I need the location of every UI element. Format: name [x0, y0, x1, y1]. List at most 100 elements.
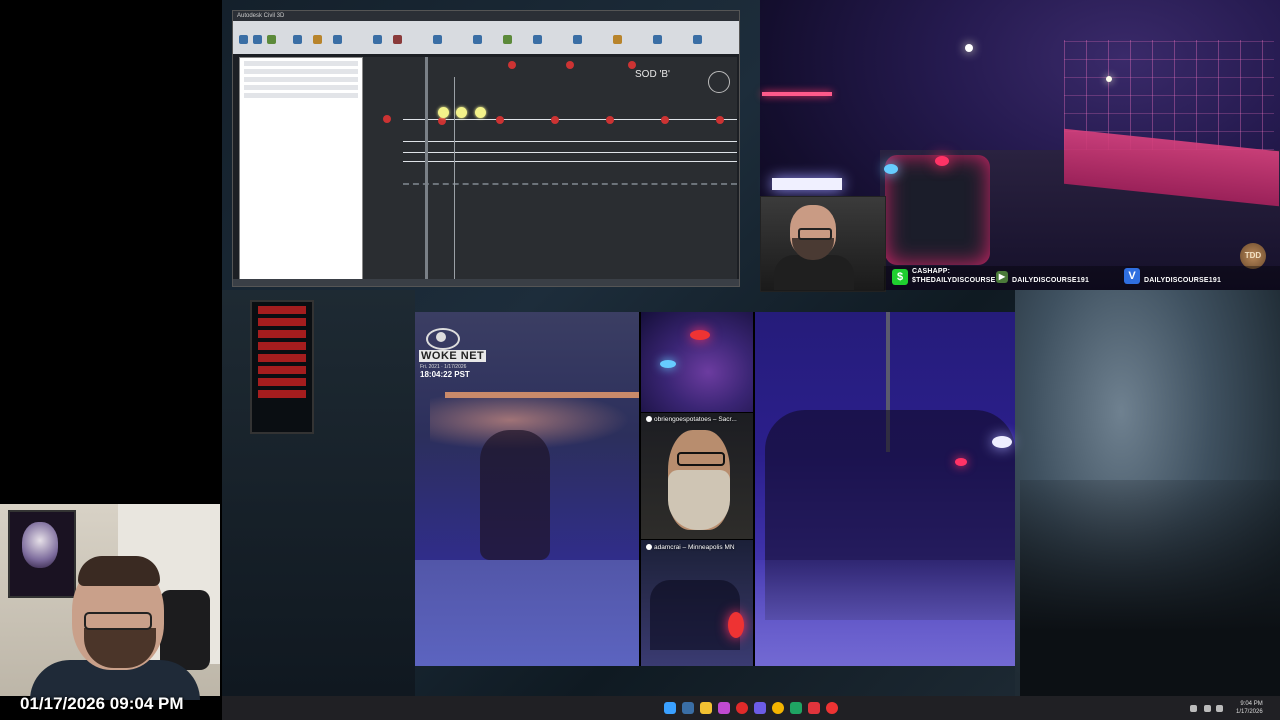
volume-icon[interactable]	[1216, 705, 1223, 712]
light-streak	[772, 178, 842, 190]
windows-taskbar	[222, 696, 1280, 720]
cashapp-label: CASHAPP:	[912, 268, 951, 275]
cad-ribbon-toolbar[interactable]	[233, 21, 739, 54]
video-figure	[480, 430, 550, 560]
tiktok-video-top	[641, 312, 753, 412]
video-ground	[415, 560, 639, 666]
light-streak	[762, 92, 832, 96]
panel-row[interactable]	[244, 93, 358, 98]
rumble-handle: DAILYDISCOURSE191	[1012, 277, 1090, 284]
ribbon-tool-icon[interactable]	[693, 35, 702, 44]
ribbon-tool-icon[interactable]	[313, 35, 322, 44]
selfie-glasses	[677, 452, 725, 466]
police-light-red	[955, 458, 967, 466]
ribbon-tool-icon[interactable]	[333, 35, 342, 44]
taskbar-app-icon[interactable]	[754, 702, 766, 714]
drawing-node[interactable]	[508, 61, 516, 69]
wallpaper-vending-machine	[250, 300, 314, 434]
woke-net-time: 18:04:22 PST	[420, 370, 470, 379]
police-light-red	[728, 612, 744, 638]
ribbon-tool-icon[interactable]	[253, 35, 262, 44]
ribbon-tool-icon[interactable]	[293, 35, 302, 44]
cad-window[interactable]: Autodesk Civil 3D SOD 'B'	[232, 10, 740, 287]
ribbon-tool-icon[interactable]	[267, 35, 276, 44]
drawing-node[interactable]	[661, 116, 669, 124]
ribbon-tool-icon[interactable]	[503, 35, 512, 44]
drawing-vertical-line	[454, 77, 455, 279]
video-snow	[755, 560, 1015, 666]
opera-icon[interactable]	[736, 702, 748, 714]
ribbon-tool-icon[interactable]	[573, 35, 582, 44]
streamer-hair	[78, 556, 160, 586]
obs-icon[interactable]	[826, 702, 838, 714]
drawing-node[interactable]	[551, 116, 559, 124]
chrome-icon[interactable]	[772, 702, 784, 714]
tiktok-icon	[646, 416, 652, 423]
drawing-node[interactable]	[383, 115, 391, 123]
police-light-red	[690, 330, 710, 340]
sod-label: SOD 'B'	[635, 69, 670, 80]
ribbon-tool-icon[interactable]	[393, 35, 402, 44]
video-crowd	[650, 580, 740, 650]
ribbon-tool-icon[interactable]	[239, 35, 248, 44]
street-light	[1106, 76, 1112, 82]
tray-date: 1/17/2026	[1236, 709, 1263, 715]
start-button-icon[interactable]	[664, 702, 676, 714]
selected-grip[interactable]	[456, 107, 467, 118]
police-light-red	[935, 156, 949, 166]
cashapp-handle: $THEDAILYDISCOURSE	[912, 277, 996, 284]
drawing-node[interactable]	[566, 61, 574, 69]
selected-grip[interactable]	[475, 107, 486, 118]
ribbon-tool-icon[interactable]	[433, 35, 442, 44]
streamer-glasses	[84, 612, 152, 630]
ribbon-tool-icon[interactable]	[533, 35, 542, 44]
tray-chevron-icon[interactable]	[1190, 705, 1197, 712]
ribbon-tool-icon[interactable]	[653, 35, 662, 44]
drawing-node[interactable]	[628, 61, 636, 69]
drawing-node[interactable]	[496, 116, 504, 124]
cad-titlebar[interactable]: Autodesk Civil 3D	[233, 11, 739, 21]
police-light-blue	[884, 164, 898, 174]
venmo-handle: DAILYDISCOURSE191	[1144, 277, 1222, 284]
file-explorer-icon[interactable]	[700, 702, 712, 714]
panel-row[interactable]	[244, 85, 358, 90]
viewcube-icon[interactable]	[708, 71, 730, 93]
cad-properties-panel[interactable]	[239, 57, 363, 281]
youtube-icon[interactable]	[808, 702, 820, 714]
police-light-blue	[660, 360, 676, 368]
drawing-node[interactable]	[606, 116, 614, 124]
drawing-node[interactable]	[716, 116, 724, 124]
cashapp-icon: $	[892, 269, 908, 285]
taskbar-app-icon[interactable]	[790, 702, 802, 714]
host-glasses	[798, 228, 832, 240]
woke-net-logo: WOKE NET	[419, 350, 487, 362]
poster-face	[22, 522, 58, 568]
panel-row[interactable]	[244, 69, 358, 74]
tiktok-caption-1-text: obriengoespotatoes – Sacr...	[654, 416, 737, 423]
police-light-blue	[992, 436, 1012, 448]
street-light	[965, 44, 973, 52]
gaming-chair	[160, 590, 210, 670]
wallpaper-railing	[1020, 480, 1280, 696]
panel-row[interactable]	[244, 77, 358, 82]
network-icon[interactable]	[1204, 705, 1211, 712]
cad-status-bar[interactable]	[233, 279, 739, 286]
eye-logo-pupil	[436, 332, 446, 342]
tray-time: 9:04 PM	[1240, 701, 1263, 707]
panel-row[interactable]	[244, 61, 358, 66]
drawing-node[interactable]	[438, 117, 446, 125]
tiktok-caption-2: adamcrai – Minneapolis MN	[646, 544, 735, 551]
ribbon-tool-icon[interactable]	[473, 35, 482, 44]
cad-drawing-canvas[interactable]: SOD 'B'	[363, 57, 737, 279]
selected-grip[interactable]	[438, 107, 449, 118]
overpass	[445, 392, 639, 398]
tray-clock[interactable]: 9:04 PM 1/17/2026	[1236, 700, 1263, 716]
taskbar-app-icon[interactable]	[718, 702, 730, 714]
ribbon-tool-icon[interactable]	[373, 35, 382, 44]
ribbon-tool-icon[interactable]	[613, 35, 622, 44]
drawing-vertical-line	[425, 57, 428, 279]
bluetooth-app-icon[interactable]	[682, 702, 694, 714]
stream-timestamp: 01/17/2026 09:04 PM	[20, 694, 184, 713]
police-car	[885, 155, 990, 265]
rumble-icon: ▶	[996, 271, 1008, 283]
